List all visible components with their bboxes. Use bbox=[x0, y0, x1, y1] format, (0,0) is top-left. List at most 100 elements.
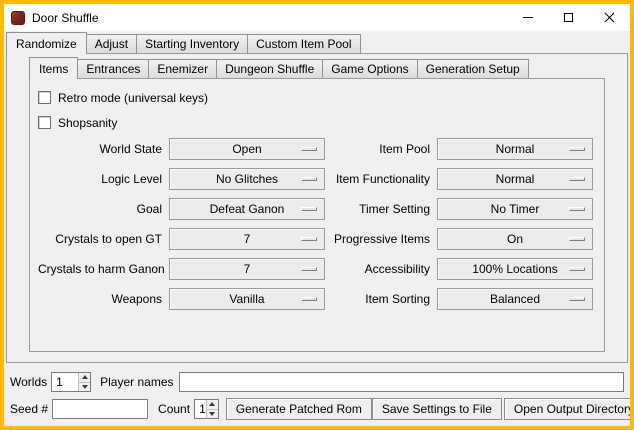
tab-items[interactable]: Items bbox=[29, 57, 78, 79]
dropdown-indicator-icon bbox=[569, 207, 585, 211]
worlds-spin-up[interactable] bbox=[79, 373, 90, 382]
dropdown-indicator-icon bbox=[569, 267, 585, 271]
logic-level-value: No Glitches bbox=[216, 172, 278, 186]
player-names-input[interactable] bbox=[179, 372, 625, 392]
weapons-dropdown[interactable]: Vanilla bbox=[169, 288, 325, 310]
progressive-items-label: Progressive Items bbox=[332, 232, 430, 246]
shopsanity-checkbox-box[interactable] bbox=[38, 116, 51, 129]
tab-generation-setup[interactable]: Generation Setup bbox=[417, 59, 529, 78]
open-output-directory-button[interactable]: Open Output Directory bbox=[504, 398, 634, 420]
options-grid: World State Open Item Pool Normal Logic … bbox=[38, 138, 596, 310]
crystals-harm-ganon-label: Crystals to harm Ganon bbox=[38, 262, 162, 276]
window-controls bbox=[507, 4, 630, 31]
logic-level-dropdown[interactable]: No Glitches bbox=[169, 168, 325, 190]
worlds-label: Worlds bbox=[10, 375, 47, 389]
timer-setting-label: Timer Setting bbox=[332, 202, 430, 216]
tab-adjust[interactable]: Adjust bbox=[86, 34, 137, 53]
arrow-up-icon bbox=[82, 375, 88, 379]
item-functionality-dropdown[interactable]: Normal bbox=[437, 168, 593, 190]
timer-setting-dropdown[interactable]: No Timer bbox=[437, 198, 593, 220]
shopsanity-checkbox[interactable]: Shopsanity bbox=[38, 110, 596, 135]
client-area: Randomize Adjust Starting Inventory Cust… bbox=[4, 31, 630, 426]
player-names-label: Player names bbox=[100, 375, 173, 389]
weapons-label: Weapons bbox=[38, 292, 162, 306]
window-title: Door Shuffle bbox=[32, 11, 99, 25]
item-sorting-label: Item Sorting bbox=[332, 292, 430, 306]
shopsanity-label: Shopsanity bbox=[58, 116, 117, 130]
dropdown-indicator-icon bbox=[301, 297, 317, 301]
count-label: Count bbox=[158, 402, 190, 416]
weapons-value: Vanilla bbox=[229, 292, 264, 306]
item-functionality-label: Item Functionality bbox=[332, 172, 430, 186]
dropdown-indicator-icon bbox=[301, 267, 317, 271]
count-spin-arrows bbox=[206, 400, 218, 418]
tab-randomize[interactable]: Randomize bbox=[6, 32, 87, 54]
goal-label: Goal bbox=[38, 202, 162, 216]
world-state-dropdown[interactable]: Open bbox=[169, 138, 325, 160]
arrow-down-icon bbox=[82, 385, 88, 389]
item-pool-value: Normal bbox=[496, 142, 535, 156]
dropdown-indicator-icon bbox=[301, 207, 317, 211]
timer-setting-value: No Timer bbox=[491, 202, 540, 216]
tab-entrances[interactable]: Entrances bbox=[77, 59, 149, 78]
tab-enemizer[interactable]: Enemizer bbox=[148, 59, 217, 78]
item-sorting-value: Balanced bbox=[490, 292, 540, 306]
dropdown-indicator-icon bbox=[569, 147, 585, 151]
crystals-open-gt-value: 7 bbox=[244, 232, 251, 246]
dropdown-indicator-icon bbox=[301, 177, 317, 181]
crystals-harm-ganon-dropdown[interactable]: 7 bbox=[169, 258, 325, 280]
outer-tab-bar: Randomize Adjust Starting Inventory Cust… bbox=[6, 33, 360, 53]
count-spin-down[interactable] bbox=[207, 409, 218, 419]
crystals-harm-ganon-value: 7 bbox=[244, 262, 251, 276]
logic-level-label: Logic Level bbox=[38, 172, 162, 186]
retro-mode-checkbox-box[interactable] bbox=[38, 91, 51, 104]
save-settings-button[interactable]: Save Settings to File bbox=[372, 398, 502, 420]
world-state-value: Open bbox=[232, 142, 261, 156]
worlds-spin-arrows bbox=[78, 373, 90, 391]
seed-input[interactable] bbox=[52, 399, 148, 419]
accessibility-dropdown[interactable]: 100% Locations bbox=[437, 258, 593, 280]
close-button[interactable] bbox=[589, 4, 630, 31]
dropdown-indicator-icon bbox=[301, 237, 317, 241]
tab-starting-inventory[interactable]: Starting Inventory bbox=[136, 34, 248, 53]
seed-label: Seed # bbox=[10, 402, 48, 416]
items-pane: Retro mode (universal keys) Shopsanity W… bbox=[29, 78, 605, 352]
goal-dropdown[interactable]: Defeat Ganon bbox=[169, 198, 325, 220]
crystals-open-gt-label: Crystals to open GT bbox=[38, 232, 162, 246]
multiworld-row: Worlds 1 Player names bbox=[10, 371, 624, 393]
item-sorting-dropdown[interactable]: Balanced bbox=[437, 288, 593, 310]
maximize-icon bbox=[564, 13, 573, 22]
count-spin-up[interactable] bbox=[207, 400, 218, 409]
window: Door Shuffle Randomize Adjust Starting I… bbox=[0, 0, 634, 430]
worlds-spinbox[interactable]: 1 bbox=[51, 372, 91, 392]
tab-custom-item-pool[interactable]: Custom Item Pool bbox=[247, 34, 360, 53]
worlds-value: 1 bbox=[52, 373, 78, 391]
maximize-button[interactable] bbox=[548, 4, 589, 31]
inner-tab-bar: Items Entrances Enemizer Dungeon Shuffle… bbox=[29, 58, 528, 78]
world-state-label: World State bbox=[38, 142, 162, 156]
close-icon bbox=[604, 12, 615, 23]
app-icon bbox=[11, 11, 25, 25]
randomize-pane: Items Entrances Enemizer Dungeon Shuffle… bbox=[6, 53, 628, 363]
accessibility-value: 100% Locations bbox=[472, 262, 557, 276]
generate-patched-rom-button[interactable]: Generate Patched Rom bbox=[226, 398, 372, 420]
arrow-up-icon bbox=[209, 402, 215, 406]
retro-mode-checkbox[interactable]: Retro mode (universal keys) bbox=[38, 85, 596, 110]
arrow-down-icon bbox=[209, 412, 215, 416]
goal-value: Defeat Ganon bbox=[210, 202, 285, 216]
dropdown-indicator-icon bbox=[569, 297, 585, 301]
worlds-spin-down[interactable] bbox=[79, 382, 90, 392]
item-functionality-value: Normal bbox=[496, 172, 535, 186]
count-spinbox[interactable]: 1 bbox=[194, 399, 219, 419]
progressive-items-dropdown[interactable]: On bbox=[437, 228, 593, 250]
item-pool-label: Item Pool bbox=[332, 142, 430, 156]
retro-mode-label: Retro mode (universal keys) bbox=[58, 91, 208, 105]
count-value: 1 bbox=[195, 400, 206, 418]
minimize-button[interactable] bbox=[507, 4, 548, 31]
tab-dungeon-shuffle[interactable]: Dungeon Shuffle bbox=[216, 59, 323, 78]
generate-row: Seed # Count 1 Generate Patched Rom Save… bbox=[10, 398, 624, 420]
crystals-open-gt-dropdown[interactable]: 7 bbox=[169, 228, 325, 250]
progressive-items-value: On bbox=[507, 232, 523, 246]
tab-game-options[interactable]: Game Options bbox=[322, 59, 417, 78]
item-pool-dropdown[interactable]: Normal bbox=[437, 138, 593, 160]
